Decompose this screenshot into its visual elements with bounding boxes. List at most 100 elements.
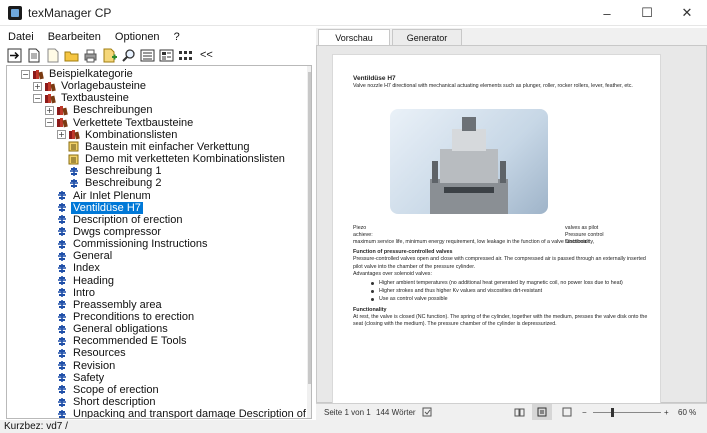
doc-heading-functionality: Functionality: [353, 306, 387, 313]
doc-body: maximum service life, minimum energy req…: [353, 239, 649, 330]
open-folder-button[interactable]: [63, 47, 80, 64]
tree-item[interactable]: Commissioning Instructions: [56, 238, 210, 250]
tree-item[interactable]: Preassembly area: [56, 299, 164, 311]
tree-item-label: Beschreibung 2: [85, 177, 162, 190]
tree-item-label: General: [73, 250, 113, 263]
document-icon: [68, 154, 80, 165]
tree-item-label: Index: [73, 262, 100, 275]
valve-image-icon: [430, 117, 508, 214]
menu-help[interactable]: ?: [174, 31, 180, 43]
print-button[interactable]: [82, 47, 99, 64]
status-bar: Kurzbez: vd7 /: [0, 420, 707, 433]
tree-item[interactable]: Short description: [56, 396, 158, 408]
valve-icon: [56, 275, 68, 286]
tree-item-label: Scope of erection: [73, 383, 159, 396]
tree-item[interactable]: Ventildüse H7: [56, 201, 143, 214]
tree-scrollbar-thumb[interactable]: [308, 72, 311, 384]
books-icon: [56, 105, 68, 116]
tree-item[interactable]: + Beschreibungen: [45, 104, 155, 116]
valve-icon: [68, 178, 80, 189]
tree-item[interactable]: General obligations: [56, 323, 170, 335]
books-icon: [32, 69, 44, 80]
exit-button[interactable]: [6, 47, 23, 64]
expand-toggle[interactable]: +: [57, 130, 66, 140]
read-mode-icon[interactable]: [514, 407, 525, 419]
tree-item[interactable]: Heading: [56, 275, 116, 287]
tree-item[interactable]: Baustein mit einfacher Verkettung: [68, 141, 251, 153]
menu-optionen[interactable]: Optionen: [115, 31, 160, 43]
tree-item-label: Preassembly area: [73, 298, 162, 311]
tree-item[interactable]: + Vorlagebausteine: [33, 80, 148, 92]
menu-datei[interactable]: Datei: [8, 31, 34, 43]
zoom-out-button[interactable]: −: [582, 408, 587, 417]
tree-item[interactable]: Recommended E Tools: [56, 335, 189, 347]
tree-item[interactable]: Beschreibung 1: [68, 165, 163, 177]
close-button[interactable]: ✕: [667, 0, 707, 26]
collapse-toggle[interactable]: −: [21, 69, 30, 79]
tree-item[interactable]: Safety: [56, 372, 106, 384]
tree-item[interactable]: Index: [56, 262, 102, 274]
doc-bullet: Higher ambient temperatures (no addition…: [371, 280, 649, 287]
maximize-button[interactable]: ☐: [627, 0, 667, 26]
doc-intro: Valve nozzle H7 directional with mechani…: [353, 83, 633, 90]
valve-icon: [56, 251, 68, 262]
tree-item[interactable]: Unpacking and transport damage Descripti…: [56, 408, 311, 418]
tree-item[interactable]: Description of erection: [56, 214, 184, 226]
split-view-icon: [159, 49, 174, 61]
zoom-in-button[interactable]: +: [664, 408, 669, 417]
tree-item[interactable]: Air Inlet Plenum: [56, 190, 153, 202]
books-icon: [44, 93, 56, 104]
collapse-panel-button[interactable]: <<: [200, 49, 213, 61]
tree-item[interactable]: Revision: [56, 360, 117, 372]
valve-icon: [56, 239, 68, 250]
view-detail-button[interactable]: [139, 47, 156, 64]
tree-item-label: Commissioning Instructions: [73, 238, 208, 251]
new-document-icon: [28, 48, 40, 62]
detail-view-icon: [140, 49, 155, 61]
zoom-slider-thumb[interactable]: [611, 408, 614, 417]
tab-vorschau[interactable]: Vorschau: [318, 29, 390, 45]
tree-item[interactable]: − Beispielkategorie: [21, 68, 135, 80]
view-split-button[interactable]: [158, 47, 175, 64]
tab-generator[interactable]: Generator: [392, 29, 462, 45]
document-status-bar: Seite 1 von 1 144 Wörter − + 60 %: [316, 403, 707, 420]
tree-item-label: Recommended E Tools: [73, 335, 187, 348]
tree-item[interactable]: Intro: [56, 287, 97, 299]
proofing-icon[interactable]: [422, 407, 432, 419]
tree-item[interactable]: Dwgs compressor: [56, 226, 163, 238]
tree-scrollbar[interactable]: [307, 66, 311, 418]
search-button[interactable]: [120, 47, 137, 64]
tree-item-label: Vorlagebausteine: [61, 80, 147, 93]
doc-bullet: Higher strokes and thus higher Kv values…: [371, 288, 649, 295]
add-button[interactable]: [101, 47, 118, 64]
tree-item[interactable]: + Kombinationslisten: [57, 129, 179, 141]
books-icon: [56, 117, 68, 128]
web-layout-icon[interactable]: [562, 407, 572, 419]
tree-item[interactable]: − Textbausteine: [33, 92, 131, 104]
tree-item[interactable]: − Verkettete Textbausteine: [45, 117, 195, 129]
zoom-slider[interactable]: [593, 412, 661, 413]
print-layout-icon[interactable]: [532, 404, 552, 420]
new-page-button[interactable]: [44, 47, 61, 64]
category-tree[interactable]: − Beispielkategorie + Vorlagebausteine − Text…: [6, 65, 312, 419]
expand-toggle[interactable]: +: [33, 81, 42, 91]
minimize-button[interactable]: –: [587, 0, 627, 26]
view-list-button[interactable]: [177, 47, 194, 64]
tree-item-label: Resources: [73, 347, 126, 360]
expand-toggle[interactable]: +: [45, 105, 54, 115]
collapse-toggle[interactable]: −: [33, 93, 42, 103]
menu-bearbeiten[interactable]: Bearbeiten: [48, 31, 101, 43]
new-document-button[interactable]: [25, 47, 42, 64]
window-controls: – ☐ ✕: [587, 0, 707, 26]
collapse-toggle[interactable]: −: [45, 118, 54, 128]
tree-item-label: Safety: [73, 371, 105, 384]
tree-item[interactable]: General: [56, 250, 114, 262]
tree-item[interactable]: Preconditions to erection: [56, 311, 196, 323]
preview-area[interactable]: Ventildüse H7 Valve nozzle H7 directiona…: [316, 45, 707, 404]
toolbar: <<: [6, 46, 310, 64]
tree-item-label: Intro: [73, 286, 96, 299]
tree-item[interactable]: Resources: [56, 347, 128, 359]
tree-item[interactable]: Beschreibung 2: [68, 177, 163, 189]
tree-item[interactable]: Demo mit verketteten Kombinationslisten: [68, 153, 287, 165]
tree-item[interactable]: Scope of erection: [56, 384, 161, 396]
